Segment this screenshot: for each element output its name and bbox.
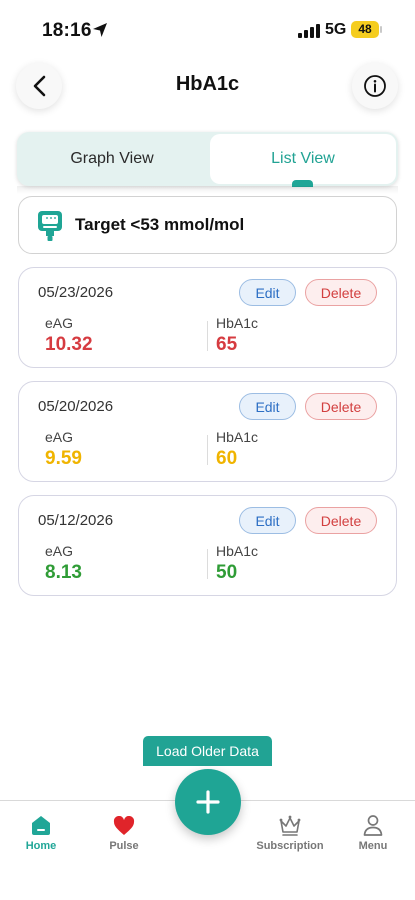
hba1c-value: 50 [216,562,238,583]
nav-label-pulse: Pulse [109,840,139,852]
header-shadow [17,186,398,194]
edit-button[interactable]: Edit [239,279,296,306]
home-icon [32,816,50,835]
eag-label: eAG [45,543,74,559]
eag-value: 10.32 [45,334,93,355]
heart-icon [113,816,135,835]
divider [207,435,208,465]
battery-tip [380,26,382,33]
target-card: Target <53 mmol/mol [18,196,397,254]
info-icon [364,75,386,97]
hba1c-label: HbA1c [216,543,259,559]
hba1c-label: HbA1c [216,429,259,445]
list-item: 05/20/2026 Edit Delete eAG 9.59 HbA1c 60 [18,381,397,482]
nav-item-menu[interactable]: Menu [333,810,413,852]
entry-date: 05/12/2026 [38,512,114,529]
info-button[interactable] [352,63,398,109]
entry-date: 05/20/2026 [38,398,114,415]
tab-list-view[interactable]: List View [210,134,396,184]
eag-label: eAG [45,429,74,445]
signal-icon [298,24,320,38]
delete-button[interactable]: Delete [305,279,377,306]
add-entry-button[interactable] [175,769,241,835]
target-text: Target <53 mmol/mol [75,215,245,234]
battery-icon: 48 [351,21,379,38]
plus-icon [196,790,220,814]
list-item: 05/12/2026 Edit Delete eAG 8.13 HbA1c 50 [18,495,397,596]
location-arrow-icon [93,23,107,37]
network-type: 5G [325,21,347,38]
nav-label-menu: Menu [358,840,388,852]
entry-date: 05/23/2026 [38,284,114,301]
eag-value: 9.59 [45,448,82,469]
divider [207,549,208,579]
delete-button[interactable]: Delete [305,507,377,534]
tab-graph-view[interactable]: Graph View [17,132,207,186]
hba1c-value: 60 [216,448,238,469]
edit-button[interactable]: Edit [239,393,296,420]
nav-item-pulse[interactable]: Pulse [84,810,164,852]
status-time: 18:16 [42,20,92,41]
nav-item-subscription[interactable]: Subscription [250,810,330,852]
eag-label: eAG [45,315,74,331]
hba1c-label: HbA1c [216,315,259,331]
load-older-button[interactable]: Load Older Data [143,736,272,766]
divider [207,321,208,351]
person-icon [363,815,383,836]
nav-label-home: Home [25,840,57,852]
eag-value: 8.13 [45,562,82,583]
crown-icon [279,815,301,836]
nav-label-subscription: Subscription [256,840,324,852]
edit-button[interactable]: Edit [239,507,296,534]
view-toggle: Graph View List View [17,132,398,186]
status-bar: 18:16 5G 48 [0,0,415,60]
glucose-meter-icon [38,211,62,241]
hba1c-value: 65 [216,334,238,355]
delete-button[interactable]: Delete [305,393,377,420]
list-item: 05/23/2026 Edit Delete eAG 10.32 HbA1c 6… [18,267,397,368]
nav-item-home[interactable]: Home [1,810,81,852]
